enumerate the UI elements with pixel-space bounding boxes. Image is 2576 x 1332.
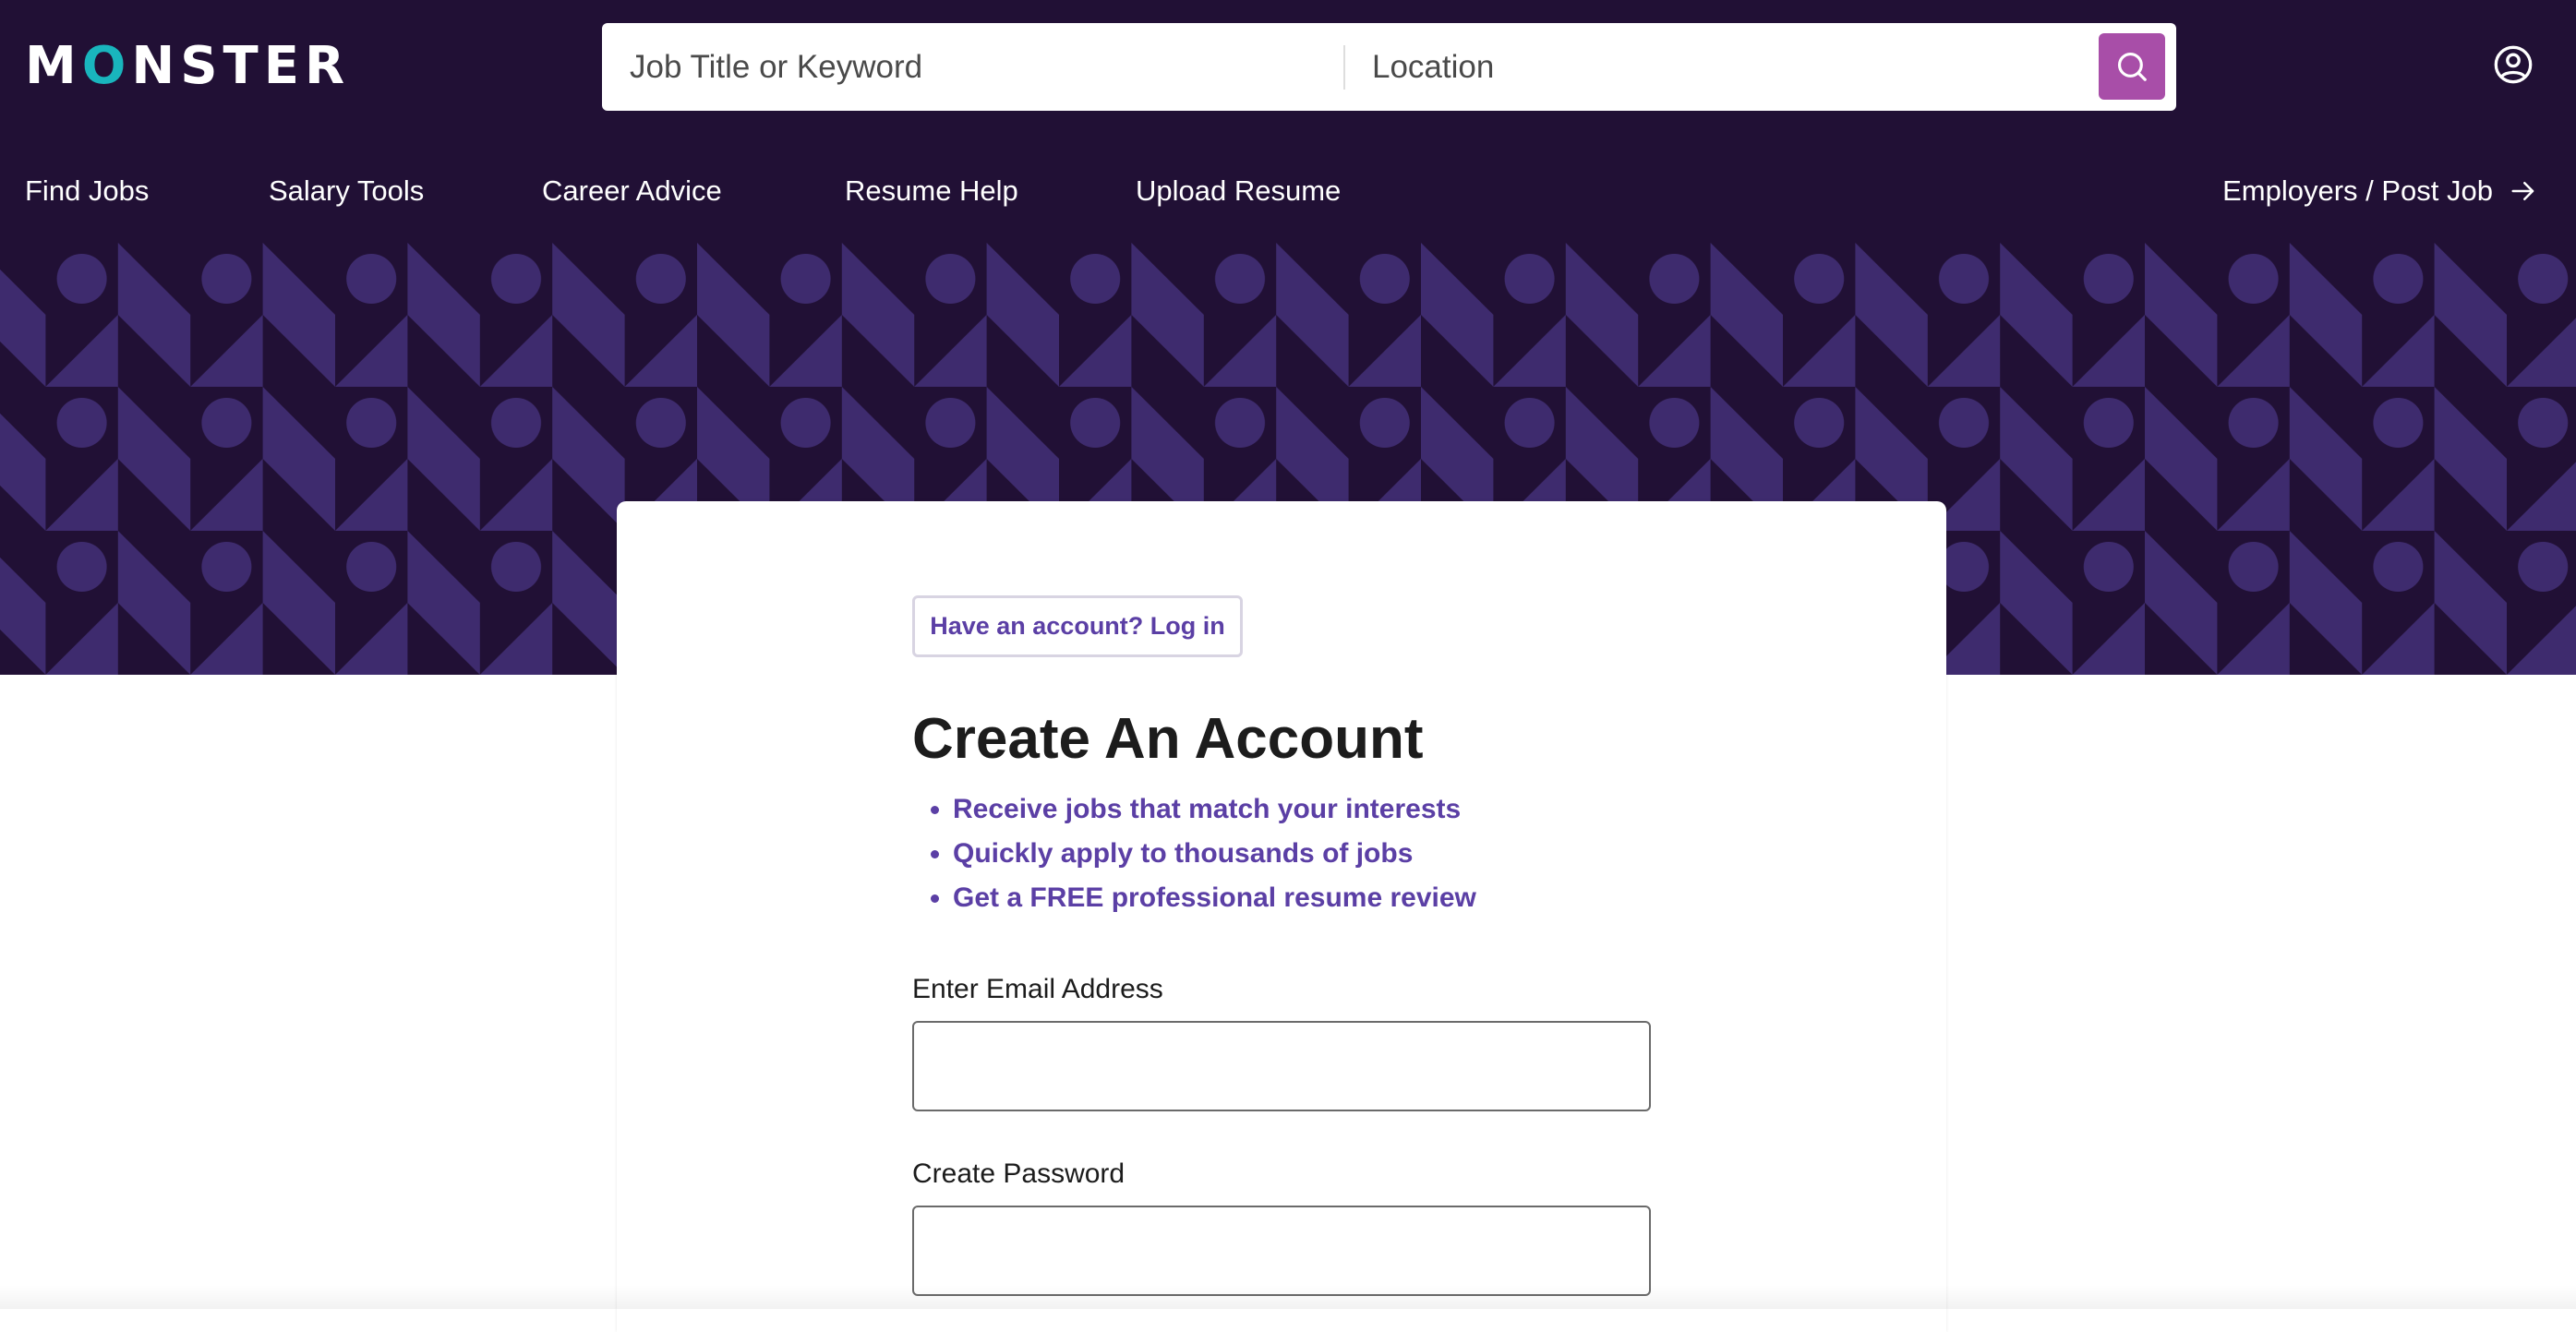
arrow-right-icon: [2511, 182, 2534, 200]
employers-post-job-link[interactable]: Employers / Post Job: [2222, 166, 2537, 216]
password-label: Create Password: [912, 1158, 1125, 1189]
employers-post-job-label: Employers / Post Job: [2222, 174, 2493, 207]
password-input[interactable]: [912, 1206, 1651, 1296]
nav-career-advice[interactable]: Career Advice: [542, 166, 722, 216]
page-title: Create An Account: [912, 707, 1424, 771]
benefit-item: Get a FREE professional resume review: [953, 876, 1476, 920]
keyword-search-input[interactable]: [630, 23, 1331, 111]
nav-find-jobs[interactable]: Find Jobs: [25, 166, 149, 216]
benefit-item: Quickly apply to thousands of jobs: [953, 832, 1476, 876]
login-button[interactable]: Have an account? Log in: [912, 595, 1243, 657]
benefits-list: Receive jobs that match your interests Q…: [912, 787, 1476, 920]
logo-letter-m: M: [25, 35, 82, 96]
main-nav: Find Jobs Salary Tools Career Advice Res…: [0, 166, 2576, 216]
benefit-item: Receive jobs that match your interests: [953, 787, 1476, 832]
nav-salary-tools[interactable]: Salary Tools: [269, 166, 424, 216]
monster-logo[interactable]: M O NSTER: [25, 36, 350, 96]
search-button[interactable]: [2099, 33, 2165, 100]
nav-upload-resume[interactable]: Upload Resume: [1136, 166, 1341, 216]
search-icon: [2117, 52, 2147, 81]
location-search-input[interactable]: [1372, 23, 1944, 111]
create-account-card: Have an account? Log in Create An Accoun…: [617, 501, 1946, 1332]
user-circle-icon[interactable]: [2493, 44, 2534, 85]
search-divider: [1343, 45, 1345, 90]
email-label: Enter Email Address: [912, 974, 1163, 1004]
nav-resume-help[interactable]: Resume Help: [845, 166, 1018, 216]
logo-letter-o: O: [81, 35, 132, 96]
site-header: MONSTER Find Jobs Salary Tools Career Ad…: [0, 0, 2576, 243]
logo-letters-nster: NSTER: [131, 35, 351, 96]
email-input[interactable]: [912, 1021, 1651, 1111]
search-bar: [602, 23, 2176, 111]
